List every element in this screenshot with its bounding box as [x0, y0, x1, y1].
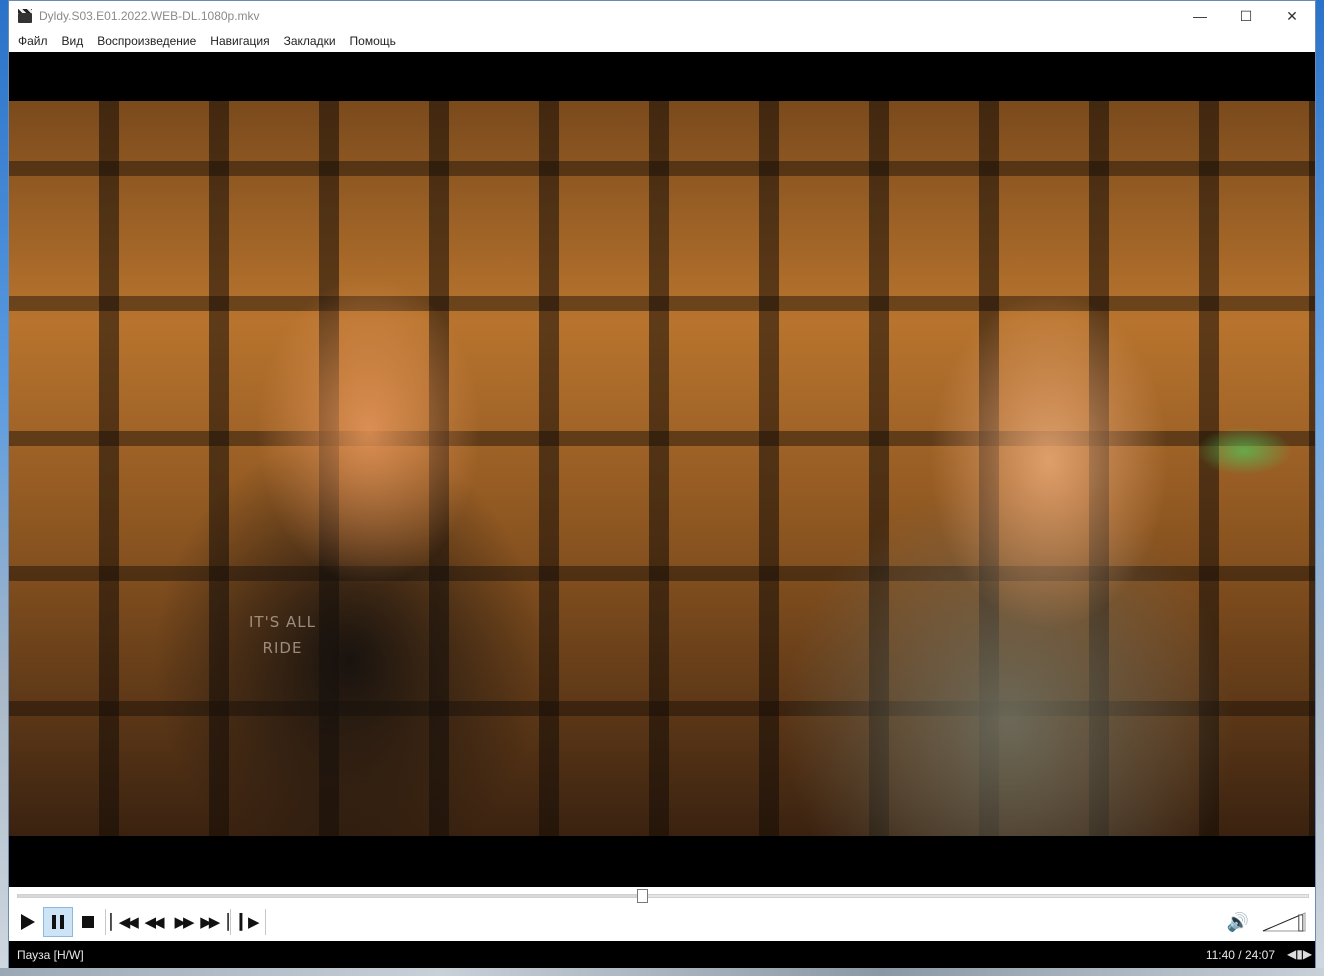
seek-progress	[18, 895, 643, 897]
desktop-background-left	[0, 0, 8, 976]
menu-bookmarks[interactable]: Закладки	[277, 31, 343, 51]
volume-slider[interactable]	[1261, 911, 1307, 933]
time-display[interactable]: 11:40 / 24:07	[1206, 948, 1275, 962]
seek-bar[interactable]	[17, 889, 1309, 903]
stop-button[interactable]	[73, 907, 103, 937]
controls-panel: ▏◀◀ ◀◀ ▶▶ ▶▶▕ ▎▶ 🔊	[9, 887, 1315, 941]
minimize-icon: —	[1193, 8, 1207, 24]
desktop-background-bottom	[0, 968, 1324, 976]
separator	[265, 909, 266, 935]
title-bar[interactable]: Dyldy.S03.E01.2022.WEB-DL.1080p.mkv — ☐ …	[9, 1, 1315, 31]
menu-bar: Файл Вид Воспроизведение Навигация Закла…	[9, 31, 1315, 51]
frame-step-icon: ▎▶	[239, 913, 259, 931]
seek-thumb[interactable]	[637, 889, 649, 903]
menu-navigation[interactable]: Навигация	[203, 31, 276, 51]
window-title: Dyldy.S03.E01.2022.WEB-DL.1080p.mkv	[39, 9, 260, 23]
pause-button[interactable]	[43, 907, 73, 937]
frame-step-button[interactable]: ▎▶	[233, 907, 263, 937]
play-icon	[21, 914, 35, 930]
close-icon: ✕	[1286, 7, 1298, 24]
speaker-icon: 🔊	[1226, 911, 1250, 933]
skip-previous-icon: ▏◀◀	[110, 913, 139, 931]
close-button[interactable]: ✕	[1269, 1, 1315, 31]
transport-buttons: ▏◀◀ ◀◀ ▶▶ ▶▶▕ ▎▶	[13, 907, 268, 937]
menu-view[interactable]: Вид	[55, 31, 91, 51]
status-bar: Пауза [H/W] 11:40 / 24:07 ◀▮▶	[9, 941, 1315, 968]
previous-button[interactable]: ▏◀◀	[108, 907, 139, 937]
menu-playback[interactable]: Воспроизведение	[90, 31, 203, 51]
window-controls: — ☐ ✕	[1177, 1, 1315, 31]
video-area[interactable]: IT'S ALL RIDE	[9, 52, 1315, 887]
menu-help[interactable]: Помощь	[343, 31, 403, 51]
clapperboard-icon[interactable]	[17, 8, 33, 24]
volume-thumb[interactable]	[1298, 914, 1304, 932]
desktop-background-right	[1316, 0, 1324, 976]
video-shirt-text: IT'S ALL RIDE	[249, 613, 316, 657]
stop-icon	[82, 916, 94, 928]
maximize-icon: ☐	[1239, 7, 1253, 24]
audio-output-icon[interactable]: ◀▮▶	[1287, 947, 1312, 961]
play-button[interactable]	[13, 907, 43, 937]
rewind-button[interactable]: ◀◀	[138, 907, 168, 937]
minimize-button[interactable]: —	[1177, 1, 1223, 31]
separator	[105, 909, 106, 935]
video-frame: IT'S ALL RIDE	[9, 101, 1315, 836]
playback-state: Пауза [H/W]	[17, 947, 84, 962]
menu-file[interactable]: Файл	[11, 31, 55, 51]
volume-button[interactable]: 🔊	[1223, 909, 1253, 935]
maximize-button[interactable]: ☐	[1223, 1, 1269, 31]
fast-forward-button[interactable]: ▶▶	[168, 907, 198, 937]
pause-icon	[52, 915, 64, 929]
fast-forward-icon: ▶▶	[174, 913, 194, 931]
player-window: Dyldy.S03.E01.2022.WEB-DL.1080p.mkv — ☐ …	[8, 0, 1316, 968]
rewind-icon: ◀◀	[144, 913, 164, 931]
skip-next-icon: ▶▶▕	[200, 913, 229, 931]
next-button[interactable]: ▶▶▕	[198, 907, 229, 937]
separator	[230, 909, 231, 935]
